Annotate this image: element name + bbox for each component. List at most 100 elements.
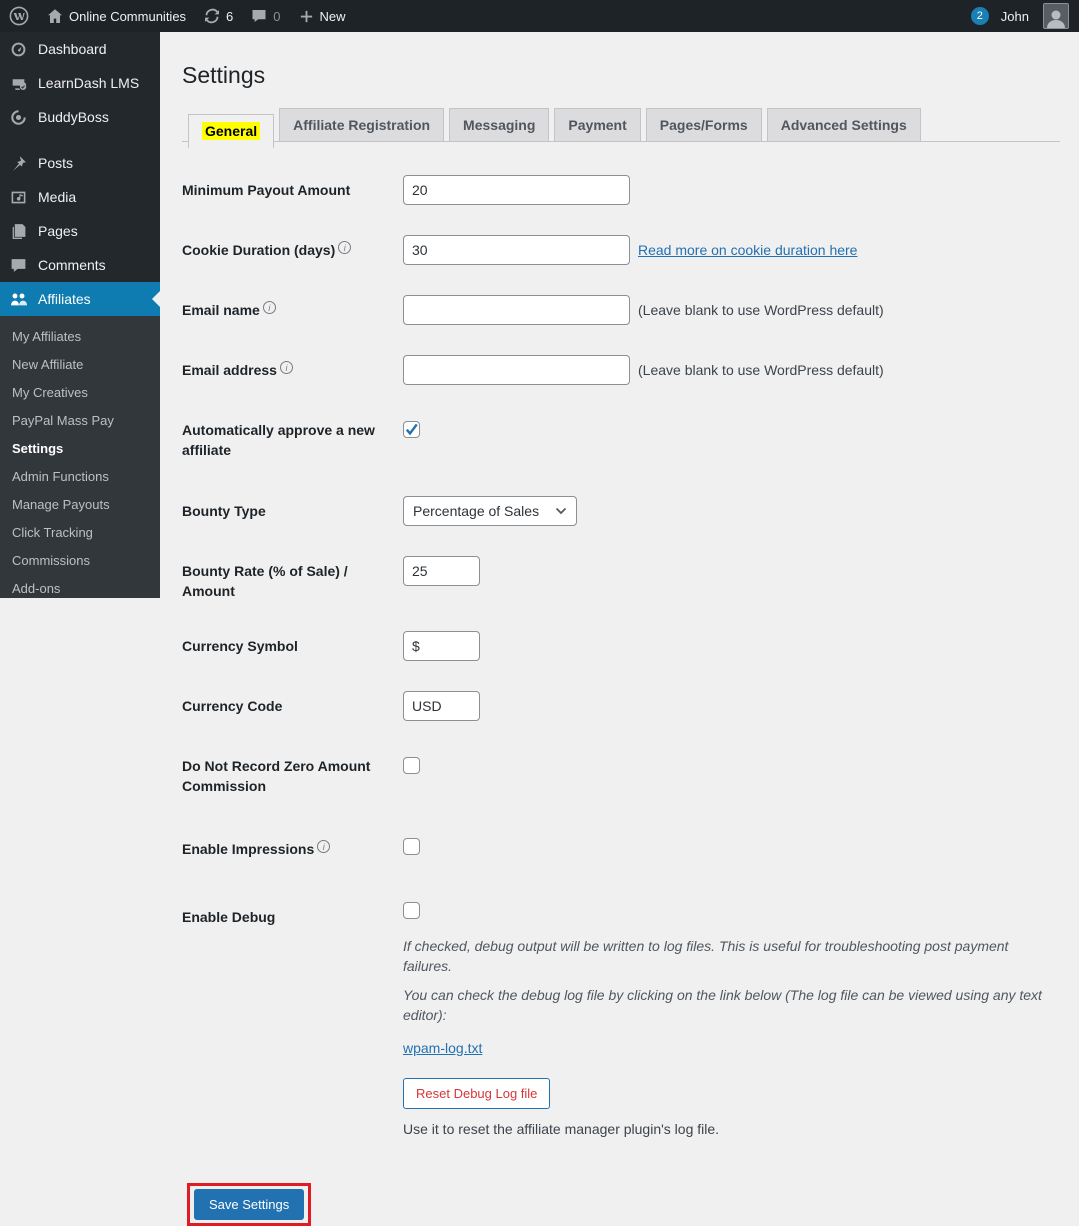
form-row: Cookie Duration (days) Read more on cook…	[182, 235, 1060, 265]
chevron-down-icon	[555, 507, 567, 515]
zero-amount-label: Do Not Record Zero Amount Commission	[182, 758, 371, 794]
comment-icon	[8, 257, 28, 274]
info-icon[interactable]	[262, 301, 276, 314]
info-icon[interactable]	[317, 840, 331, 853]
reset-debug-help: Use it to reset the affiliate manager pl…	[403, 1121, 720, 1137]
email-address-label: Email address	[182, 355, 403, 385]
sidebar-item-buddyboss[interactable]: BuddyBoss	[0, 100, 160, 134]
affiliates-submenu: My Affiliates New Affiliate My Creatives…	[0, 316, 160, 598]
bounty-type-value: Percentage of Sales	[413, 503, 540, 519]
admin-sidebar: Dashboard LearnDash LMS BuddyBoss Posts …	[0, 32, 160, 598]
info-icon[interactable]	[279, 361, 293, 374]
tab-payment[interactable]: Payment	[554, 108, 641, 141]
bounty-type-label: Bounty Type	[182, 503, 266, 519]
cookie-duration-input[interactable]	[403, 235, 630, 265]
minimum-payout-amount-input[interactable]	[403, 175, 630, 205]
bounty-rate-input[interactable]	[403, 556, 480, 586]
tab-general[interactable]: General	[188, 114, 275, 148]
email-name-note: (Leave blank to use WordPress default)	[638, 302, 884, 318]
username: John	[1000, 8, 1029, 24]
sidebar-item-learndash[interactable]: LearnDash LMS	[0, 66, 160, 100]
sidebar-item-pages[interactable]: Pages	[0, 214, 160, 248]
form-row: Bounty Rate (% of Sale) / Amount	[182, 556, 1060, 601]
email-address-note: (Leave blank to use WordPress default)	[638, 362, 884, 378]
sidebar-item-label: Dashboard	[38, 41, 107, 57]
reset-debug-log-button[interactable]: Reset Debug Log file	[403, 1078, 551, 1109]
submenu-item-manage-payouts[interactable]: Manage Payouts	[0, 491, 160, 519]
info-icon[interactable]	[338, 241, 352, 254]
sidebar-item-label: Posts	[38, 155, 74, 171]
email-name-input[interactable]	[403, 295, 630, 325]
comments-menu[interactable]: 0	[242, 0, 289, 32]
sidebar-item-label: Pages	[38, 223, 78, 239]
auto-approve-label: Automatically approve a new affiliate	[182, 422, 375, 458]
form-row: Do Not Record Zero Amount Commission	[182, 751, 1060, 796]
admin-bar: Online Communities 6 0 New 2 John	[0, 0, 1079, 32]
sidebar-item-comments[interactable]: Comments	[0, 248, 160, 282]
sidebar-item-posts[interactable]: Posts	[0, 146, 160, 180]
wordpress-logo-icon	[9, 6, 29, 26]
avatar-silhouette-icon	[1047, 10, 1065, 28]
plus-icon	[300, 10, 312, 22]
submenu-item-commissions[interactable]: Commissions	[0, 547, 160, 575]
bounty-type-select[interactable]: Percentage of Sales	[403, 496, 577, 526]
updates-icon	[205, 8, 220, 24]
currency-symbol-input[interactable]	[403, 631, 480, 661]
submenu-item-new-affiliate[interactable]: New Affiliate	[0, 351, 160, 379]
main-content: Settings General Affiliate Registration …	[160, 32, 1079, 1226]
submenu-item-settings[interactable]: Settings	[0, 435, 160, 463]
sidebar-item-affiliates[interactable]: Affiliates	[0, 282, 160, 316]
site-name-menu[interactable]: Online Communities	[38, 0, 195, 32]
zero-amount-checkbox[interactable]	[403, 757, 420, 774]
currency-symbol-label: Currency Symbol	[182, 638, 298, 654]
form-row: Currency Code	[182, 691, 1060, 721]
pages-icon	[8, 223, 28, 240]
bounty-rate-label: Bounty Rate (% of Sale) / Amount	[182, 563, 348, 599]
sidebar-item-label: BuddyBoss	[38, 109, 109, 125]
currency-code-label: Currency Code	[182, 698, 283, 714]
site-name: Online Communities	[69, 8, 187, 24]
save-settings-button[interactable]: Save Settings	[194, 1189, 305, 1220]
form-row: Enable Impressions	[182, 834, 1060, 864]
currency-code-input[interactable]	[403, 691, 480, 721]
submenu-item-my-creatives[interactable]: My Creatives	[0, 379, 160, 407]
media-icon	[8, 189, 28, 206]
updates-count: 6	[226, 8, 234, 24]
tab-messaging[interactable]: Messaging	[449, 108, 550, 141]
form-row: Bounty Type Percentage of Sales	[182, 496, 1060, 526]
debug-description-1: If checked, debug output will be written…	[403, 938, 1009, 974]
groups-icon	[8, 291, 28, 308]
tab-affiliate-registration[interactable]: Affiliate Registration	[279, 108, 445, 141]
cookie-duration-label: Cookie Duration (days)	[182, 235, 403, 265]
cookie-duration-link[interactable]: Read more on cookie duration here	[638, 242, 857, 258]
yellow-highlight-annotation: General	[202, 122, 261, 140]
notification-badge[interactable]: 2	[970, 7, 989, 25]
submenu-item-add-ons[interactable]: Add-ons	[0, 575, 160, 598]
tab-advanced-settings[interactable]: Advanced Settings	[766, 108, 921, 141]
submenu-item-my-affiliates[interactable]: My Affiliates	[0, 323, 160, 351]
auto-approve-checkbox[interactable]	[403, 421, 420, 438]
form-row: Automatically approve a new affiliate	[182, 415, 1060, 460]
form-row: Email name (Leave blank to use WordPress…	[182, 295, 1060, 325]
form-row: Currency Symbol	[182, 631, 1060, 661]
submenu-item-paypal-mass-pay[interactable]: PayPal Mass Pay	[0, 407, 160, 435]
wordpress-logo-menu[interactable]	[0, 0, 38, 32]
account-menu[interactable]: John	[999, 0, 1071, 32]
pin-icon	[8, 155, 28, 172]
avatar	[1043, 3, 1069, 29]
debug-description-2: You can check the debug log file by clic…	[403, 987, 1042, 1023]
enable-impressions-checkbox[interactable]	[403, 838, 420, 855]
tab-pages-forms[interactable]: Pages/Forms	[645, 108, 762, 141]
updates-menu[interactable]: 6	[195, 0, 242, 32]
debug-log-link[interactable]: wpam-log.txt	[403, 1040, 482, 1056]
sidebar-item-media[interactable]: Media	[0, 180, 160, 214]
sidebar-item-dashboard[interactable]: Dashboard	[0, 32, 160, 66]
new-content-menu[interactable]: New	[290, 0, 355, 32]
enable-debug-checkbox[interactable]	[403, 902, 420, 919]
submenu-item-admin-functions[interactable]: Admin Functions	[0, 463, 160, 491]
comment-bubble-icon	[252, 10, 266, 22]
new-label: New	[319, 8, 346, 24]
submenu-item-click-tracking[interactable]: Click Tracking	[0, 519, 160, 547]
home-icon	[48, 9, 62, 23]
email-address-input[interactable]	[403, 355, 630, 385]
